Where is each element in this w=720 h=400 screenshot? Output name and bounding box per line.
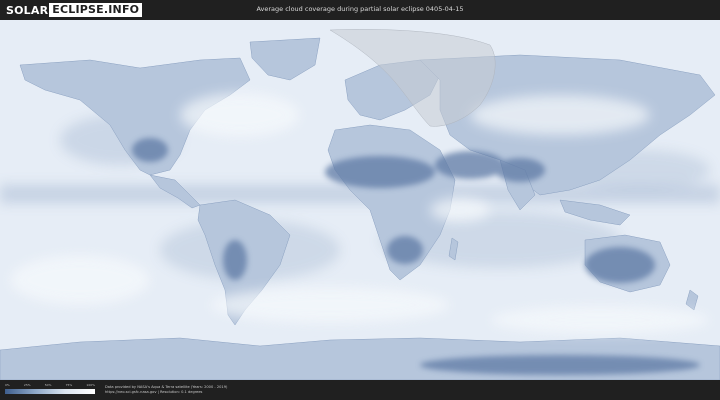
header-bar: SOLAR ECLIPSE.INFO Average cloud coverag… [0, 0, 720, 20]
cloud-coverage-legend [5, 389, 95, 394]
source-line-2: https://neo.sci.gsfc.nasa.gov | Resoluti… [105, 390, 203, 394]
page-title: Average cloud coverage during partial so… [256, 5, 464, 13]
logo-solar-text: SOLAR [6, 3, 49, 17]
site-logo[interactable]: SOLAR ECLIPSE.INFO [6, 3, 143, 17]
footer-bar: 0% 25% 50% 75% 100% Data provided by NAS… [0, 380, 720, 400]
data-source: Data provided by NASA's Aqua & Terra sat… [105, 385, 227, 395]
cloud-coverage-map [0, 20, 720, 380]
world-map [0, 20, 720, 380]
logo-eclipse-text: ECLIPSE.INFO [49, 3, 143, 17]
